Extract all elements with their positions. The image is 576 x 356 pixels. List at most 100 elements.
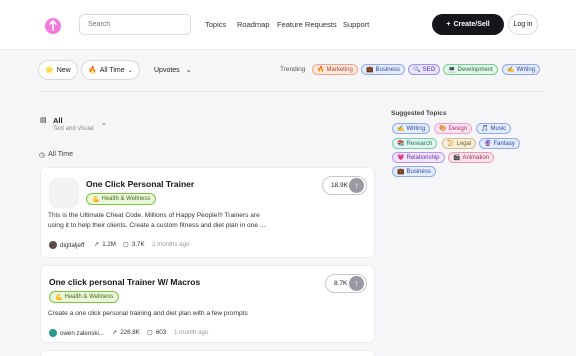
topic-tag-label: Writing: [406, 125, 426, 132]
card-title[interactable]: One Click Personal Trainer: [86, 179, 194, 189]
trending-tag-label: SEO: [422, 66, 436, 73]
topic-tag-label: Business: [406, 168, 431, 175]
views-count: 226.8K: [120, 329, 140, 336]
topic-tag-business[interactable]: 💼 Business: [392, 166, 436, 177]
category-title: All: [53, 116, 63, 125]
new-filter-button[interactable]: 🌟 New: [38, 60, 78, 80]
topic-tag-label: Animation: [462, 154, 490, 161]
trending-tag-development[interactable]: 💻 Development: [443, 64, 498, 75]
topic-tag-label: Research: [406, 140, 433, 147]
topic-tag-label: Music: [490, 125, 507, 132]
fire-icon: 🔥: [317, 67, 325, 73]
category-subtitle: Text and Visual: [53, 126, 94, 132]
crystal-ball-icon: 🔮: [484, 141, 492, 147]
topic-tag-label: Design: [448, 125, 468, 132]
prompt-card[interactable]: One Click Personal Trainer 💪 Health & We…: [40, 167, 375, 258]
briefcase-icon: 💼: [397, 169, 405, 175]
briefcase-icon: 💼: [366, 67, 374, 73]
topic-tag-writing[interactable]: ✍️ Writing: [392, 123, 431, 134]
muscle-icon: 💪: [55, 294, 63, 301]
fire-icon: 🔥: [88, 67, 97, 74]
topic-tag-label: Legal: [456, 140, 472, 147]
login-label: Log in: [513, 21, 533, 28]
clapperboard-icon: 🎬: [453, 155, 461, 161]
card-tag-label: Health & Wellness: [101, 196, 151, 202]
create-sell-button[interactable]: + Create/Sell: [432, 14, 504, 35]
card-category-tag[interactable]: 💪 Health & Wellness: [86, 193, 157, 205]
card-author[interactable]: digitaljeff: [49, 241, 84, 249]
saves-count: 3.7K: [131, 241, 145, 248]
clock-icon: ◷: [39, 152, 46, 159]
nav-feature-requests[interactable]: Feature Requests: [277, 20, 337, 29]
views-count: 1.2M: [102, 241, 116, 248]
card-category-tag[interactable]: 💪 Health & Wellness: [49, 291, 120, 303]
topic-tag-animation[interactable]: 🎬 Animation: [448, 152, 495, 163]
card-time: 2 months ago: [152, 241, 190, 248]
trending-tag-label: Writing: [516, 66, 536, 73]
prompt-card[interactable]: [40, 350, 375, 356]
card-thumbnail: [49, 178, 79, 208]
magnifier-icon: 🔍: [413, 67, 421, 73]
topic-tag-design[interactable]: 🎨 Design: [434, 123, 473, 134]
trending-tag-marketing[interactable]: 🔥 Marketing: [312, 64, 358, 75]
vote-count: 8.7K: [334, 280, 348, 287]
upvote-button[interactable]: 18.9K ↑: [322, 176, 367, 195]
laptop-icon: 💻: [448, 67, 456, 73]
vote-count: 18.9K: [331, 182, 348, 189]
trending-label: Trending: [280, 66, 306, 73]
login-button[interactable]: Log in: [508, 14, 538, 35]
scroll-icon: 📜: [447, 141, 455, 147]
card-description-line: Create a one click personal training and…: [48, 310, 248, 317]
upvotes-label: Upvotes: [154, 66, 180, 74]
card-saves: ▢ 603: [147, 329, 166, 336]
suggested-topics-title: Suggested Topics: [391, 110, 447, 117]
music-note-icon: 🎵: [481, 126, 489, 132]
palette-icon: 🎨: [439, 126, 447, 132]
card-views: ↗ 1.2M: [94, 241, 116, 248]
create-sell-label: Create/Sell: [453, 21, 490, 28]
author-name: digitaljeff: [60, 241, 85, 249]
brand-logo[interactable]: [43, 15, 63, 35]
period-heading: ◷ All Time: [39, 151, 73, 159]
nav-topics[interactable]: Topics: [205, 20, 226, 29]
chevron-down-icon: ⌄: [185, 67, 192, 74]
bookmark-icon: ▢: [123, 241, 129, 248]
trending-tag-business[interactable]: 💼 Business: [361, 64, 405, 75]
top-header: Topics Roadmap Feature Requests Support …: [0, 0, 576, 50]
avatar: [49, 241, 57, 249]
card-title[interactable]: One click personal Trainer W/ Macros: [49, 277, 200, 287]
topic-tag-label: Relationship: [406, 154, 440, 161]
all-time-filter-button[interactable]: 🔥 All Time ⌄: [81, 60, 140, 80]
trend-arrow-icon: ↗: [112, 329, 118, 336]
card-tag-label: Health & Wellness: [64, 294, 114, 300]
search-input[interactable]: [79, 14, 191, 35]
upvotes-sort-dropdown[interactable]: Upvotes ⌄: [154, 66, 192, 75]
muscle-icon: 💪: [92, 196, 100, 203]
trending-tag-seo[interactable]: 🔍 SEO: [408, 64, 441, 75]
all-time-filter-label: All Time: [99, 66, 125, 74]
nav-support[interactable]: Support: [343, 20, 369, 29]
card-author[interactable]: owen zalenski...: [49, 329, 104, 337]
pencil-icon: ✍️: [507, 67, 515, 73]
card-description-line: This is the Ultimate Cheat Code. Million…: [48, 212, 260, 219]
avatar: [49, 329, 57, 337]
trending-tag-writing[interactable]: ✍️ Writing: [502, 64, 541, 75]
sparkle-icon: 🌟: [45, 67, 54, 74]
prompt-card[interactable]: One click personal Trainer W/ Macros 💪 H…: [40, 265, 375, 343]
upvote-button[interactable]: 8.7K ↑: [325, 274, 367, 293]
topic-tag-research[interactable]: 📚 Research: [392, 138, 438, 149]
topic-tag-relationship[interactable]: 💗 Relationship: [392, 152, 445, 163]
nav-roadmap[interactable]: Roadmap: [237, 20, 270, 29]
layers-icon: ▤: [40, 117, 47, 124]
new-filter-label: New: [56, 66, 71, 74]
pencil-icon: ✍️: [397, 126, 405, 132]
trending-tag-label: Development: [457, 66, 493, 73]
topic-tag-music[interactable]: 🎵 Music: [476, 123, 512, 134]
chevron-down-icon: ⌄: [101, 120, 107, 127]
card-description-line: using it to help their clients. Create a…: [48, 222, 266, 229]
card-saves: ▢ 3.7K: [123, 241, 145, 248]
topic-tag-legal[interactable]: 📜 Legal: [442, 138, 477, 149]
topic-tag-fantasy[interactable]: 🔮 Fantasy: [479, 138, 520, 149]
saves-count: 603: [155, 329, 167, 336]
section-divider: [38, 91, 544, 92]
